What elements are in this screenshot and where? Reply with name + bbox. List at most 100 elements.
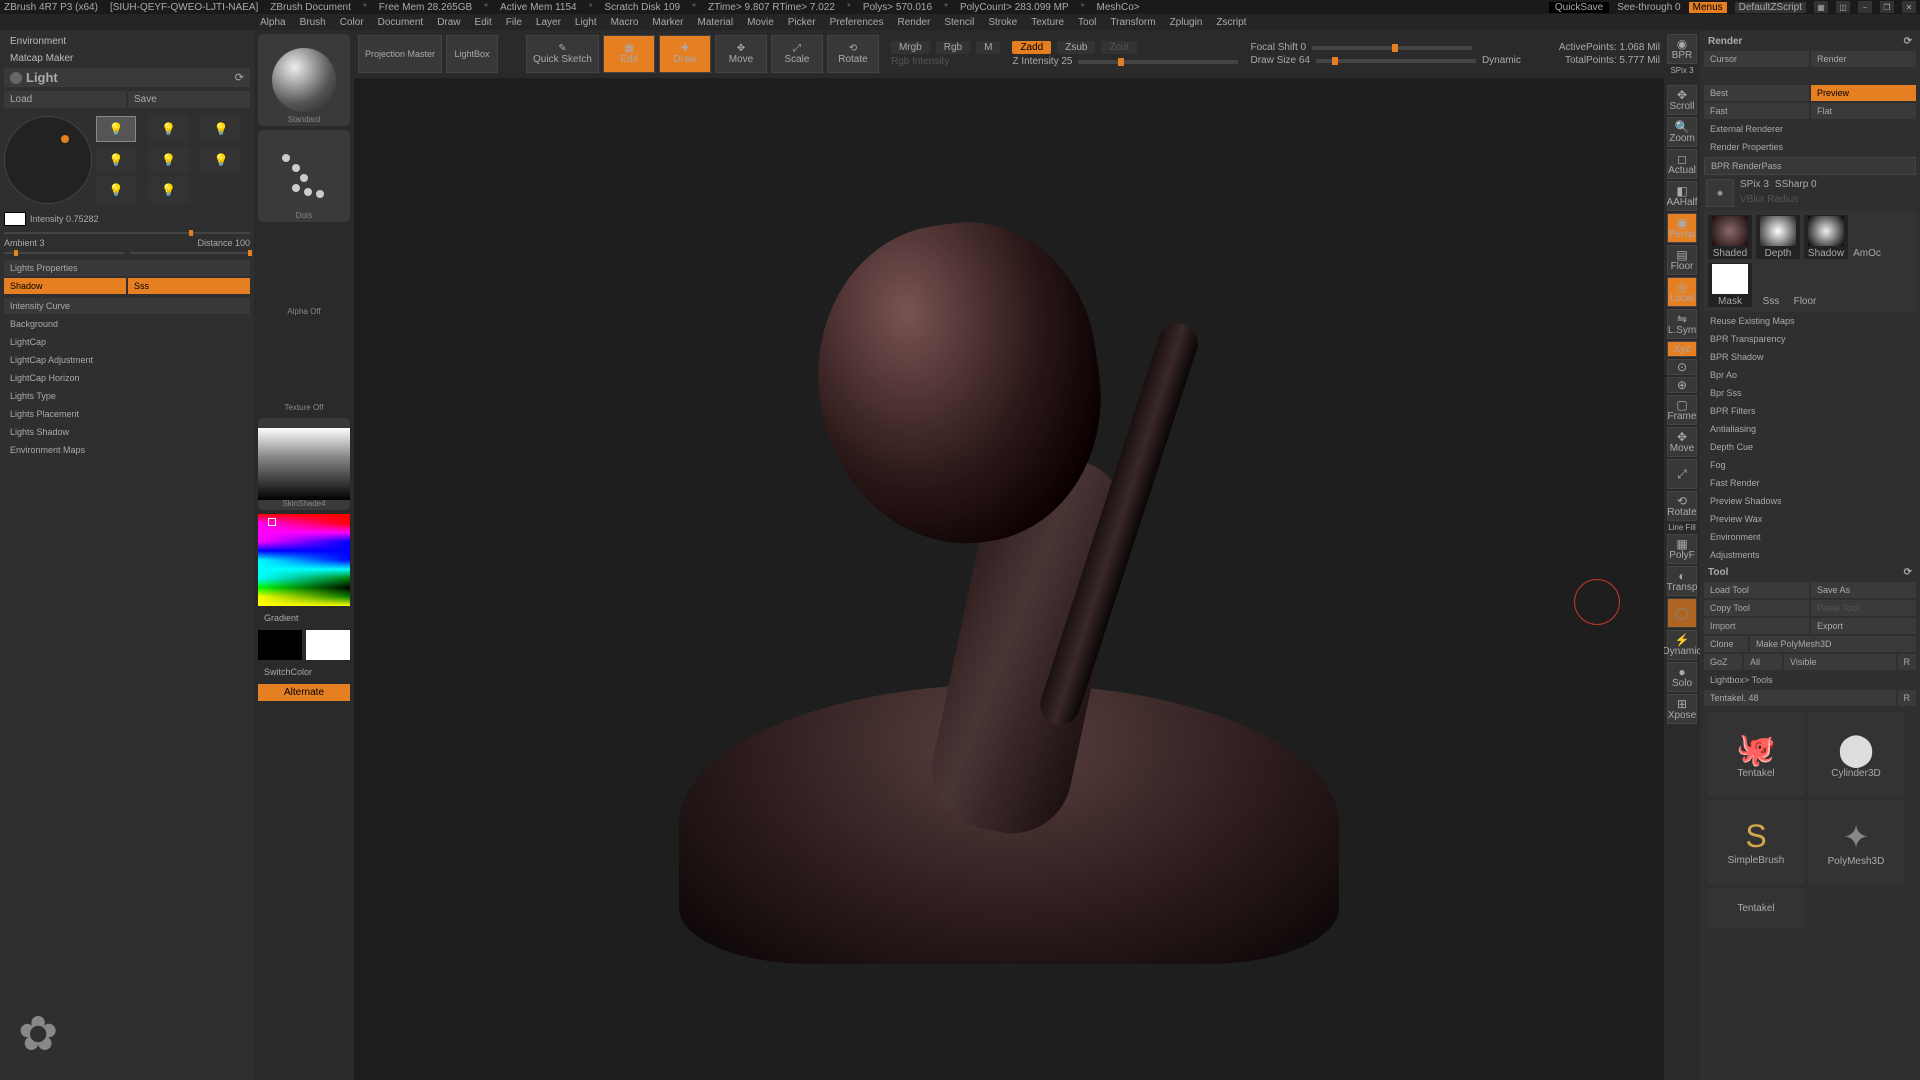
goz-r-button[interactable]: R [1898,654,1917,670]
rp-section[interactable]: Adjustments [1704,547,1916,563]
light-slot[interactable]: 💡 [96,147,136,173]
bpr-button[interactable]: ◉BPR [1667,34,1697,64]
light-slot[interactable]: 💡 [96,177,136,203]
brush-tile[interactable]: Standard [258,34,350,126]
light-slot[interactable]: 💡 [149,147,189,173]
matcap-section[interactable]: Matcap Maker [4,51,250,66]
focal-slider[interactable] [1312,46,1472,50]
rotate-nav-button[interactable]: ⟲Rotate [1667,491,1697,521]
reload-icon[interactable]: ⟳ [1904,567,1912,578]
lightbox-tools[interactable]: Lightbox> Tools [1704,672,1916,688]
light-slot[interactable]: 💡 [149,116,189,142]
save-as-button[interactable]: Save As [1811,582,1916,598]
left-section[interactable]: LightCap Adjustment [4,352,250,368]
paste-tool-button[interactable]: Paste Tool [1811,600,1916,616]
light-slot[interactable]: 💡 [96,116,136,142]
copy-tool-button[interactable]: Copy Tool [1704,600,1809,616]
reload-icon[interactable]: ⟳ [1904,36,1912,47]
save-button[interactable]: Save [128,91,250,108]
menu-item[interactable]: Movie [747,17,774,28]
menu-item[interactable]: Marker [652,17,683,28]
lights-properties-header[interactable]: Lights Properties [4,260,250,276]
menu-item[interactable]: Material [698,17,734,28]
lightbox-button[interactable]: LightBox [446,35,498,73]
menus-toggle[interactable]: Menus [1689,2,1727,13]
stroke-tile[interactable]: Dots [258,130,350,222]
import-button[interactable]: Import [1704,618,1809,634]
grid-icon[interactable]: ▦ [1814,1,1828,13]
cursor-tab[interactable]: Cursor [1704,51,1809,67]
dynamic-button[interactable]: ⚡Dynamic [1667,630,1697,660]
material-tile[interactable]: SkinShade4 [258,418,350,510]
move-nav-button[interactable]: ✥Move [1667,427,1697,457]
menu-item[interactable]: Alpha [260,17,286,28]
aahalf-button[interactable]: ◧AAHalf [1667,181,1697,211]
load-button[interactable]: Load [4,91,126,108]
rp-section[interactable]: Depth Cue [1704,439,1916,455]
ghost-button[interactable]: ◯ [1667,598,1697,628]
menu-item[interactable]: Texture [1031,17,1064,28]
tool-thumb[interactable]: ⬤Cylinder3D [1808,712,1904,796]
split-icon[interactable]: ◫ [1836,1,1850,13]
solo-button[interactable]: ●Solo [1667,662,1697,692]
render-tab[interactable]: Render [1811,51,1916,67]
color-primary[interactable] [306,630,350,660]
sss-button[interactable]: Sss [128,278,250,294]
local-button[interactable]: ◎Local [1667,277,1697,307]
xpose-button[interactable]: ⊞Xpose [1667,694,1697,724]
goz-button[interactable]: GoZ [1704,654,1742,670]
menu-item[interactable]: Zscript [1216,17,1246,28]
menu-item[interactable]: Edit [475,17,492,28]
pass-floor[interactable]: Floor [1790,263,1820,307]
pass-depth[interactable]: Depth [1756,215,1800,259]
left-section[interactable]: Lights Type [4,388,250,404]
rp-section[interactable]: Fog [1704,457,1916,473]
scale-nav-button[interactable]: ⤢ [1667,459,1697,489]
tool-thumb[interactable]: 🐙Tentakel [1708,712,1804,796]
fast-button[interactable]: Fast [1704,103,1809,119]
close-icon[interactable]: ✕ [1902,1,1916,13]
menu-item[interactable]: Render [898,17,931,28]
ambient-slider[interactable] [4,252,124,254]
zadd-toggle[interactable]: Zadd [1012,41,1051,54]
menu-item[interactable]: Color [340,17,364,28]
rp-section[interactable]: BPR Shadow [1704,349,1916,365]
rp-section[interactable]: Fast Render [1704,475,1916,491]
quicksketch-button[interactable]: ✎Quick Sketch [526,35,599,73]
best-button[interactable]: Best [1704,85,1809,101]
lsym-button[interactable]: ⇋L.Sym [1667,309,1697,339]
menu-item[interactable]: Layer [536,17,561,28]
environment-section[interactable]: Environment [4,34,250,49]
pass-amoc[interactable]: AmOc [1852,215,1882,259]
projection-master[interactable]: Projection Master [358,35,442,73]
flat-button[interactable]: Flat [1811,103,1916,119]
xyz-button[interactable]: Xyz [1667,341,1697,357]
left-section[interactable]: LightCap [4,334,250,350]
move-button[interactable]: ✥Move [715,35,767,73]
clone-button[interactable]: Clone [1704,636,1748,652]
persp-button[interactable]: ▣Persp [1667,213,1697,243]
menu-item[interactable]: File [506,17,522,28]
goz-all-button[interactable]: All [1744,654,1782,670]
menu-item[interactable]: Transform [1110,17,1155,28]
restore-icon[interactable]: ❐ [1880,1,1894,13]
reuse-maps[interactable]: Reuse Existing Maps [1704,313,1916,329]
menu-item[interactable]: Zplugin [1170,17,1203,28]
toggle-button[interactable]: ⊙ [1667,359,1697,375]
reload-icon[interactable]: ⟳ [235,71,244,84]
export-button[interactable]: Export [1811,618,1916,634]
toggle-button[interactable]: ⊕ [1667,377,1697,393]
color-picker[interactable] [258,514,350,606]
scroll-button[interactable]: ✥Scroll [1667,85,1697,115]
floor-button[interactable]: ▤Floor [1667,245,1697,275]
rp-section[interactable]: Bpr Sss [1704,385,1916,401]
left-section[interactable]: Environment Maps [4,442,250,458]
menu-item[interactable]: Macro [611,17,639,28]
switch-color[interactable]: SwitchColor [258,664,350,680]
polyf-button[interactable]: ▦PolyF [1667,534,1697,564]
viewport[interactable] [354,78,1664,1080]
tool-thumb[interactable]: SSimpleBrush [1708,800,1804,884]
left-section[interactable]: Lights Placement [4,406,250,422]
left-section[interactable]: LightCap Horizon [4,370,250,386]
light-slot[interactable]: 💡 [201,147,241,173]
